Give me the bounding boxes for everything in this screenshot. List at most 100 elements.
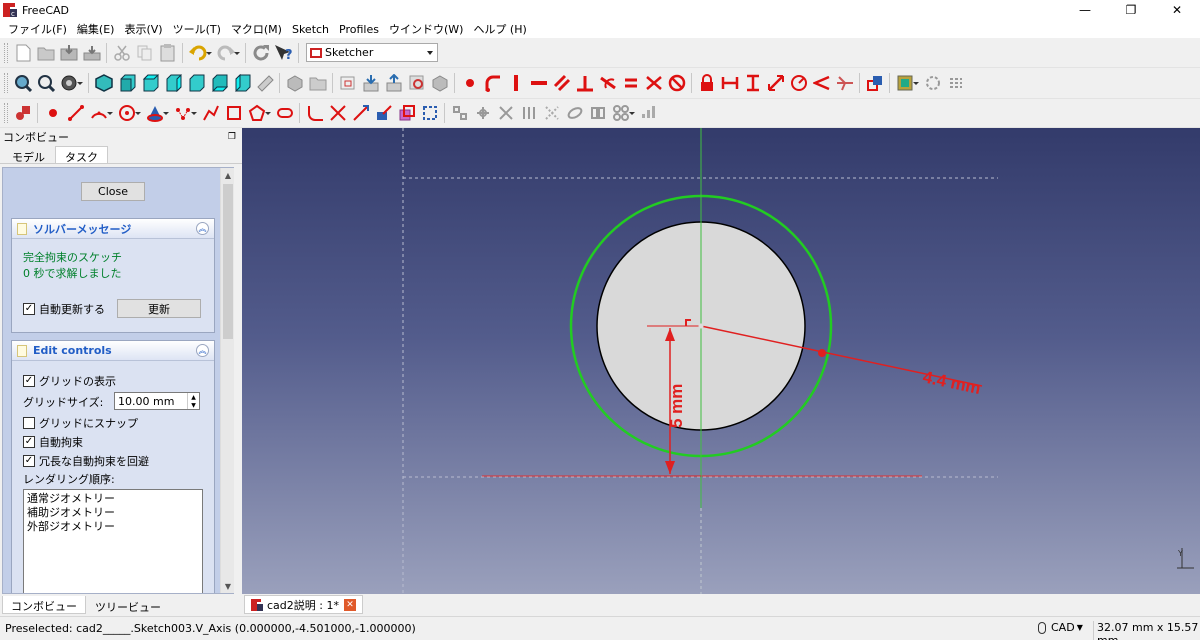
trim-edge-icon[interactable] xyxy=(326,101,349,125)
workbench-selector[interactable]: Sketcher xyxy=(306,43,438,62)
redo-icon[interactable] xyxy=(214,41,240,65)
collapse-icon[interactable]: ︽ xyxy=(196,222,209,235)
create-bspline-icon[interactable] xyxy=(171,101,197,125)
menu-help[interactable]: ヘルプ (H) xyxy=(468,21,531,37)
whats-this-icon[interactable]: ? xyxy=(272,41,295,65)
extend-edge-icon[interactable] xyxy=(349,101,372,125)
menu-profiles[interactable]: Profiles xyxy=(334,23,384,36)
new-document-icon[interactable] xyxy=(11,41,34,65)
tab-task[interactable]: タスク xyxy=(55,146,108,164)
menu-tools[interactable]: ツール(T) xyxy=(168,21,226,37)
external-geometry-icon[interactable] xyxy=(372,101,395,125)
rear-view-icon[interactable] xyxy=(184,71,207,95)
select-origin-icon[interactable] xyxy=(471,101,494,125)
new-sketch-icon[interactable] xyxy=(336,71,359,95)
tab-combo-view[interactable]: コンボビュー xyxy=(2,596,86,614)
create-line-icon[interactable] xyxy=(64,101,87,125)
constrain-equal-icon[interactable] xyxy=(619,71,642,95)
save-as-icon[interactable] xyxy=(80,41,103,65)
select-horizontal-axis-icon[interactable] xyxy=(517,101,540,125)
fit-all-icon[interactable] xyxy=(11,71,34,95)
undo-icon[interactable] xyxy=(186,41,212,65)
scroll-down-icon[interactable]: ▼ xyxy=(221,579,235,593)
grid-size-input[interactable]: 10.00 mm ▲ ▼ xyxy=(114,392,200,410)
create-point-icon[interactable] xyxy=(41,101,64,125)
menu-file[interactable]: ファイル(F) xyxy=(3,21,72,37)
undock-icon[interactable]: ❐ xyxy=(228,132,236,142)
constrain-parallel-icon[interactable] xyxy=(550,71,573,95)
constrain-horizontal-distance-icon[interactable] xyxy=(718,71,741,95)
auto-update-checkbox[interactable]: ✓ xyxy=(23,303,35,315)
show-grid-checkbox[interactable]: ✓ xyxy=(23,375,35,387)
close-tab-icon[interactable]: ✕ xyxy=(343,598,356,611)
constrain-horizontal-icon[interactable] xyxy=(527,71,550,95)
create-arc-icon[interactable] xyxy=(87,101,113,125)
copy-icon[interactable] xyxy=(133,41,156,65)
spinner-icon[interactable]: ▲ ▼ xyxy=(187,393,199,409)
rectangular-array-icon[interactable] xyxy=(609,101,635,125)
solver-messages-header[interactable]: ソルバーメッセージ ︽ xyxy=(12,219,214,239)
view-section-icon[interactable] xyxy=(405,71,428,95)
bottom-view-icon[interactable] xyxy=(207,71,230,95)
leave-sketch-icon[interactable] xyxy=(359,71,382,95)
restore-button[interactable]: ❐ xyxy=(1108,0,1154,20)
delete-all-geometry-icon[interactable] xyxy=(637,101,660,125)
left-view-icon[interactable] xyxy=(230,71,253,95)
list-item[interactable]: 補助ジオメトリー xyxy=(27,506,199,520)
isometric-view-icon[interactable] xyxy=(92,71,115,95)
create-circle-icon[interactable] xyxy=(115,101,141,125)
center-point[interactable] xyxy=(698,323,704,329)
clone-icon[interactable] xyxy=(586,101,609,125)
document-tab[interactable]: cad2説明 : 1* ✕ xyxy=(244,595,363,614)
select-vertical-axis-icon[interactable] xyxy=(494,101,517,125)
map-sketch-icon[interactable] xyxy=(428,71,451,95)
sketch-canvas[interactable]: 4.4 mm 5 mm Y xyxy=(242,128,1200,594)
show-hide-geometry-icon[interactable] xyxy=(893,71,919,95)
constrain-perpendicular-icon[interactable] xyxy=(573,71,596,95)
menu-view[interactable]: 表示(V) xyxy=(119,21,167,37)
constrain-point-on-object-icon[interactable] xyxy=(481,71,504,95)
toolbar-handle[interactable] xyxy=(4,73,8,93)
navigation-style-selector[interactable]: CAD ▼ xyxy=(1038,621,1083,634)
minimize-button[interactable]: — xyxy=(1062,0,1108,20)
refresh-icon[interactable] xyxy=(249,41,272,65)
symmetry-icon[interactable] xyxy=(563,101,586,125)
create-part-icon[interactable] xyxy=(283,71,306,95)
toggle-driving-constraint-icon[interactable] xyxy=(863,71,886,95)
create-rectangle-icon[interactable] xyxy=(222,101,245,125)
carbon-copy-icon[interactable] xyxy=(395,101,418,125)
menu-macro[interactable]: マクロ(M) xyxy=(226,21,287,37)
collapse-icon[interactable]: ︽ xyxy=(196,344,209,357)
save-icon[interactable] xyxy=(57,41,80,65)
create-polygon-icon[interactable] xyxy=(245,101,271,125)
front-view-icon[interactable] xyxy=(115,71,138,95)
create-fillet-icon[interactable] xyxy=(303,101,326,125)
constrain-angle-icon[interactable] xyxy=(810,71,833,95)
constrain-snells-law-icon[interactable] xyxy=(833,71,856,95)
list-item[interactable]: 外部ジオメトリー xyxy=(27,520,199,534)
tab-tree-view[interactable]: ツリービュー xyxy=(86,596,170,614)
avoid-redundant-checkbox[interactable]: ✓ xyxy=(23,455,35,467)
view-sketch-icon[interactable] xyxy=(382,71,405,95)
task-scrollbar[interactable]: ▲ ▼ xyxy=(220,168,234,593)
paste-icon[interactable] xyxy=(156,41,179,65)
constrain-tangent-icon[interactable] xyxy=(596,71,619,95)
radius-label[interactable]: 4.4 mm xyxy=(921,367,982,398)
snap-grid-checkbox[interactable] xyxy=(23,417,35,429)
measure-distance-icon[interactable] xyxy=(253,71,276,95)
constrain-vertical-icon[interactable] xyxy=(504,71,527,95)
select-conflicting-icon[interactable] xyxy=(921,71,944,95)
right-view-icon[interactable] xyxy=(161,71,184,95)
constrain-coincident-icon[interactable] xyxy=(458,71,481,95)
list-item[interactable]: 通常ジオメトリー xyxy=(27,492,199,506)
menu-window[interactable]: ウインドウ(W) xyxy=(384,21,468,37)
sketch-3d-view[interactable]: 4.4 mm 5 mm Y xyxy=(242,128,1200,594)
select-constraints-icon[interactable] xyxy=(448,101,471,125)
create-slot-icon[interactable] xyxy=(273,101,296,125)
cut-icon[interactable] xyxy=(110,41,133,65)
constrain-lock-icon[interactable] xyxy=(695,71,718,95)
tab-model[interactable]: モデル xyxy=(2,146,55,164)
constrain-distance-icon[interactable] xyxy=(764,71,787,95)
top-view-icon[interactable] xyxy=(138,71,161,95)
draw-style-icon[interactable] xyxy=(57,71,83,95)
